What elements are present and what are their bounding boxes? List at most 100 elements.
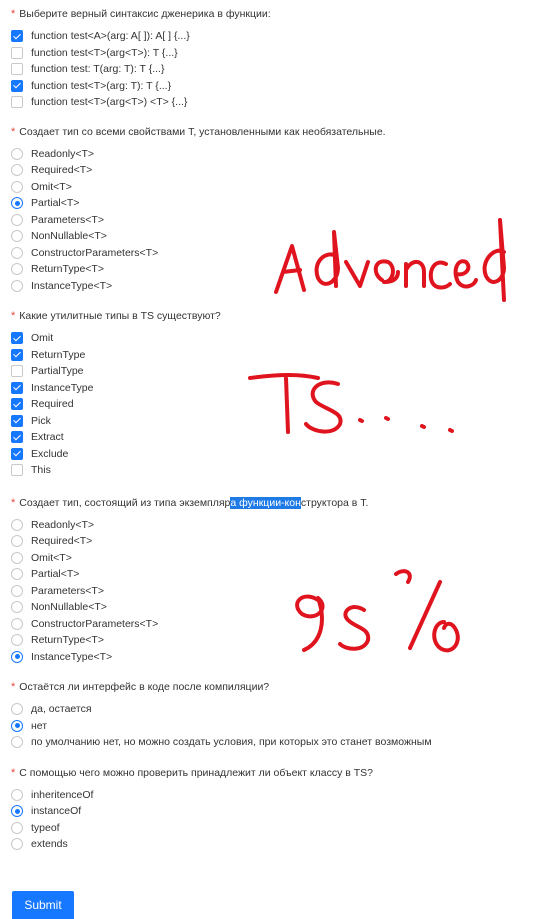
option[interactable]: Readonly<T> [11, 146, 531, 163]
option[interactable]: instanceOf [11, 803, 531, 820]
option[interactable]: Parameters<T> [11, 583, 531, 600]
radio-button[interactable] [11, 213, 23, 226]
question-title: * С помощью чего можно проверить принадл… [11, 765, 531, 781]
option[interactable]: Required<T> [11, 533, 531, 550]
radio-button[interactable] [11, 279, 23, 292]
option[interactable]: ConstructorParameters<T> [11, 616, 531, 633]
option[interactable]: PartialType [11, 363, 531, 380]
option[interactable]: function test<T>(arg<T>) <T> {...} [11, 94, 531, 111]
option-label: ReturnType<T> [31, 263, 104, 276]
option-label: function test<A>(arg: A[ ]): A[ ] {...} [31, 30, 190, 43]
checkbox[interactable] [11, 79, 23, 92]
required-mark: * [11, 681, 16, 693]
option[interactable]: typeof [11, 820, 531, 837]
checkbox[interactable] [11, 30, 23, 43]
option[interactable]: Pick [11, 413, 531, 430]
option-label: Omit [31, 332, 54, 345]
radio-button[interactable] [11, 838, 23, 851]
radio-button[interactable] [11, 147, 23, 160]
radio-button[interactable] [11, 246, 23, 259]
option[interactable]: по умолчанию нет, но можно создать услов… [11, 734, 531, 751]
radio-button[interactable] [11, 805, 23, 818]
option[interactable]: Omit [11, 330, 531, 347]
option[interactable]: NonNullable<T> [11, 599, 531, 616]
option[interactable]: да, остается [11, 701, 531, 718]
option[interactable]: Omit<T> [11, 179, 531, 196]
option-label: нет [31, 719, 48, 732]
radio-button[interactable] [11, 650, 23, 663]
option[interactable]: ConstructorParameters<T> [11, 245, 531, 262]
checkbox[interactable] [11, 381, 23, 394]
option[interactable]: ReturnType [11, 347, 531, 364]
radio-button[interactable] [11, 180, 23, 193]
option-label: да, остается [31, 703, 92, 716]
radio-button[interactable] [11, 535, 23, 548]
option[interactable]: Required [11, 396, 531, 413]
radio-button[interactable] [11, 551, 23, 564]
option[interactable]: Required<T> [11, 162, 531, 179]
radio-button[interactable] [11, 617, 23, 630]
radio-button[interactable] [11, 518, 23, 531]
radio-button[interactable] [11, 568, 23, 581]
checkbox[interactable] [11, 431, 23, 444]
option[interactable]: Readonly<T> [11, 517, 531, 534]
radio-button[interactable] [11, 719, 23, 732]
question-text: Какие утилитные типы в TS существуют? [19, 310, 221, 322]
option[interactable]: Exclude [11, 446, 531, 463]
option[interactable]: function test: T(arg: T): T {...} [11, 61, 531, 78]
option[interactable]: This [11, 462, 531, 479]
question-text: Остаётся ли интерфейс в коде после компи… [19, 681, 270, 693]
option[interactable]: inheritenceOf [11, 787, 531, 804]
radio-button[interactable] [11, 263, 23, 276]
option-label: instanceOf [31, 805, 82, 818]
checkbox[interactable] [11, 96, 23, 109]
radio-button[interactable] [11, 601, 23, 614]
checkbox[interactable] [11, 365, 23, 378]
question-2: * Создает тип со всеми свойствами T, уст… [11, 124, 531, 295]
option[interactable]: ReturnType<T> [11, 261, 531, 278]
radio-button[interactable] [11, 703, 23, 716]
radio-button[interactable] [11, 230, 23, 243]
option[interactable]: Parameters<T> [11, 212, 531, 229]
radio-button[interactable] [11, 788, 23, 801]
radio-button[interactable] [11, 584, 23, 597]
option[interactable]: function test<T>(arg: T): T {...} [11, 78, 531, 95]
checkbox[interactable] [11, 464, 23, 477]
checkbox[interactable] [11, 63, 23, 76]
option[interactable]: нет [11, 718, 531, 735]
checkbox[interactable] [11, 332, 23, 345]
checkbox[interactable] [11, 447, 23, 460]
option[interactable]: function test<T>(arg<T>): T {...} [11, 45, 531, 62]
option-label: PartialType [31, 365, 84, 378]
radio-button[interactable] [11, 736, 23, 749]
option-label: ConstructorParameters<T> [31, 617, 159, 630]
option[interactable]: Extract [11, 429, 531, 446]
option-label: Required [31, 398, 74, 411]
option[interactable]: InstanceType<T> [11, 278, 531, 295]
radio-button[interactable] [11, 164, 23, 177]
radio-button[interactable] [11, 634, 23, 647]
option-label: typeof [31, 821, 60, 834]
option-label: Partial<T> [31, 568, 80, 581]
checkbox[interactable] [11, 398, 23, 411]
option-label: ReturnType [31, 348, 86, 361]
checkbox[interactable] [11, 348, 23, 361]
checkbox[interactable] [11, 414, 23, 427]
submit-button[interactable]: Submit [12, 891, 74, 919]
radio-button[interactable] [11, 197, 23, 210]
question-text-part: структора в T. [300, 496, 369, 509]
quiz-form: * Выберите верный синтаксис дженерика в … [11, 6, 531, 853]
option[interactable]: function test<A>(arg: A[ ]): A[ ] {...} [11, 28, 531, 45]
option[interactable]: ReturnType<T> [11, 632, 531, 649]
option[interactable]: InstanceType [11, 380, 531, 397]
option-label: extends [31, 838, 68, 851]
option[interactable]: Partial<T> [11, 566, 531, 583]
checkbox[interactable] [11, 46, 23, 59]
option[interactable]: Partial<T> [11, 195, 531, 212]
option[interactable]: InstanceType<T> [11, 649, 531, 666]
option-label: Parameters<T> [31, 213, 104, 226]
radio-button[interactable] [11, 821, 23, 834]
option[interactable]: NonNullable<T> [11, 228, 531, 245]
option[interactable]: Omit<T> [11, 550, 531, 567]
option[interactable]: extends [11, 836, 531, 853]
